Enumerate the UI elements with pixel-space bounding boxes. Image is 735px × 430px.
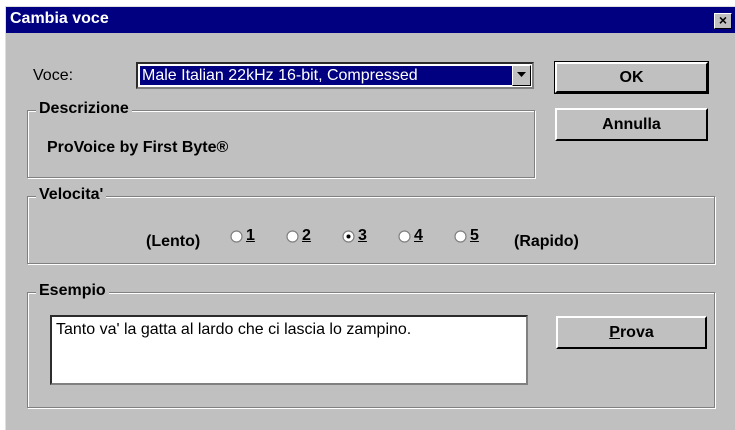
voice-dropdown-button[interactable] (512, 65, 531, 86)
test-button-label: rova (619, 324, 654, 341)
speed-legend: Velocita' (36, 186, 107, 204)
speed-radio-label: 5 (470, 227, 479, 244)
chevron-down-icon (517, 72, 526, 77)
radio-unchecked-icon (454, 230, 467, 243)
speed-radio-label: 1 (246, 227, 255, 244)
test-button-mnemonic: P (609, 324, 620, 341)
title-bar[interactable]: Cambia voce × (6, 7, 735, 33)
speed-group: Velocita' (Lento) 1 2 3 4 5 (Rapido) (27, 186, 715, 264)
cancel-button[interactable]: Annulla (555, 108, 708, 141)
radio-unchecked-icon (230, 230, 243, 243)
voice-label: Voce: (33, 67, 74, 84)
speed-radio-label: 2 (302, 227, 311, 244)
voice-selected-value: Male Italian 22kHz 16-bit, Compressed (140, 66, 512, 85)
radio-unchecked-icon (398, 230, 411, 243)
speed-fast-label: (Rapido) (514, 233, 579, 250)
example-text-area[interactable]: Tanto va' la gatta al lardo che ci lasci… (50, 315, 528, 385)
voice-combobox[interactable]: Male Italian 22kHz 16-bit, Compressed (136, 62, 534, 89)
speed-slow-label: (Lento) (146, 233, 201, 250)
description-text: ProVoice by First Byte® (47, 139, 229, 156)
dialog-title: Cambia voce (10, 10, 109, 27)
speed-radio-label: 3 (358, 227, 367, 244)
test-button[interactable]: Prova (556, 316, 707, 349)
description-group: Descrizione ProVoice by First Byte® (27, 100, 535, 178)
example-legend: Esempio (36, 282, 109, 300)
description-legend: Descrizione (36, 100, 132, 118)
radio-checked-icon (342, 230, 355, 243)
ok-button[interactable]: OK (554, 61, 709, 94)
close-button[interactable]: × (714, 13, 732, 29)
speed-radio-label: 4 (414, 227, 423, 244)
speed-radio-group: 1 2 3 4 5 (230, 227, 510, 249)
radio-unchecked-icon (286, 230, 299, 243)
dialog-window: Cambia voce × Voce: Male Italian 22kHz 1… (5, 6, 735, 430)
